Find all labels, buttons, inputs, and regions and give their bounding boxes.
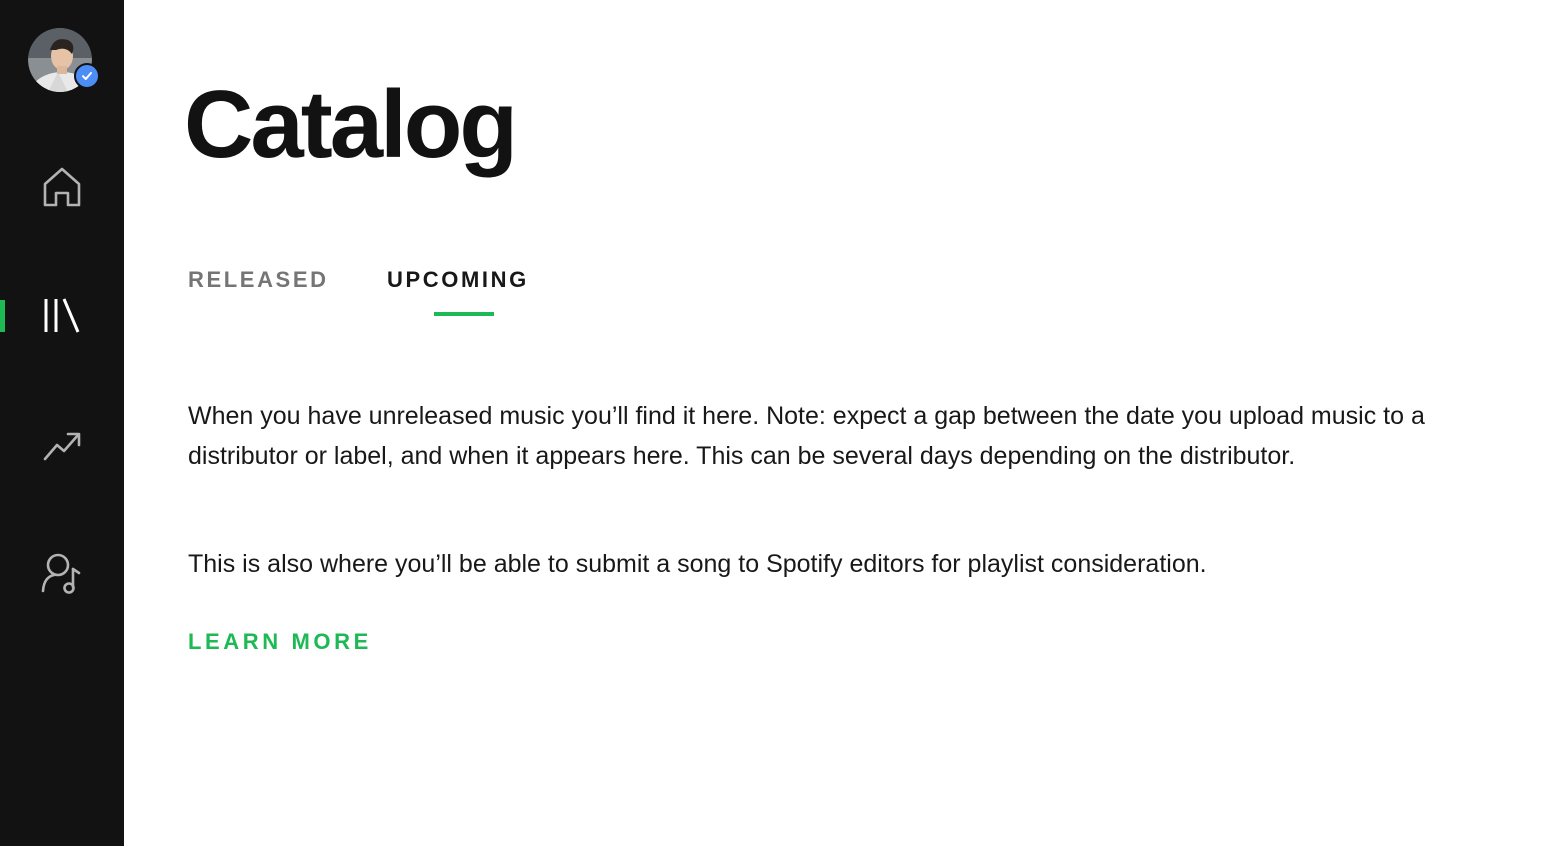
sidebar <box>0 0 124 846</box>
learn-more-link[interactable]: LEARN MORE <box>188 628 372 656</box>
page-title: Catalog <box>184 71 518 178</box>
tab-released[interactable]: RELEASED <box>188 266 329 294</box>
check-icon <box>82 72 92 80</box>
description-secondary-text: This is also where you’ll be able to sub… <box>188 550 1207 578</box>
nav-catalog[interactable] <box>0 281 124 351</box>
artist-profile-icon <box>41 553 81 594</box>
nav-home[interactable] <box>0 152 124 222</box>
verified-badge <box>74 63 100 89</box>
home-icon <box>43 167 81 207</box>
profile-avatar[interactable] <box>28 28 100 92</box>
description-text: When you have unreleased music you’ll fi… <box>188 402 1425 470</box>
app-window: Catalog RELEASED UPCOMING When you have … <box>0 0 1542 846</box>
nav-stats[interactable] <box>0 409 124 479</box>
tab-upcoming[interactable]: UPCOMING <box>387 266 529 294</box>
library-icon <box>44 298 80 333</box>
trending-up-icon <box>43 432 81 461</box>
active-tab-underline <box>434 312 494 316</box>
nav-profile[interactable] <box>0 538 124 608</box>
